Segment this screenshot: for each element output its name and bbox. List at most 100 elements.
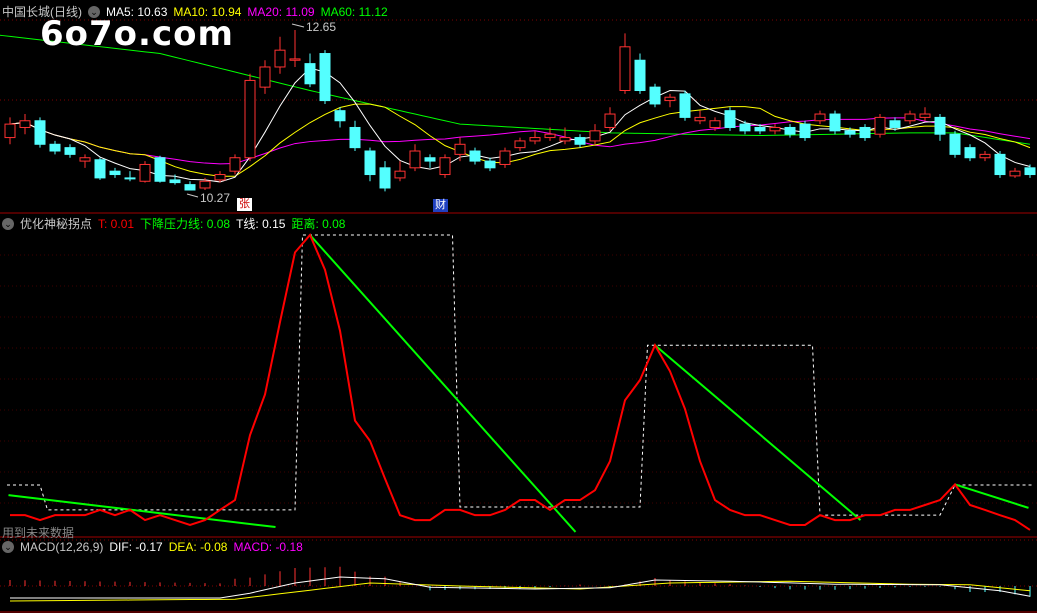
- high-pointer: [291, 23, 305, 28]
- t-value-line: [10, 233, 1031, 531]
- candle-body: [19, 120, 31, 128]
- candle-body: [229, 157, 241, 172]
- candle-body: [739, 123, 751, 132]
- zhang-badge[interactable]: 张: [237, 198, 252, 211]
- candle-body: [274, 49, 286, 68]
- candle-body: [379, 167, 391, 189]
- candle-body: [994, 153, 1006, 176]
- macd-panel-header: ⌄ MACD(12,26,9) DIF: -0.17 DEA: -0.08 MA…: [2, 540, 303, 554]
- candle-body: [529, 137, 541, 142]
- candle-body: [604, 113, 616, 128]
- cai-badge[interactable]: 财: [433, 199, 448, 212]
- ma60-value: MA60: 11.12: [320, 4, 388, 19]
- candle-body: [634, 59, 646, 92]
- candle-body: [559, 137, 571, 142]
- candle-body: [304, 63, 316, 85]
- candle-body: [4, 123, 16, 139]
- candle-body: [349, 126, 361, 149]
- candle-body: [1009, 170, 1021, 177]
- candle-body: [949, 133, 961, 155]
- candle-body: [934, 116, 946, 135]
- candle-body: [439, 157, 451, 176]
- candle-body: [64, 147, 76, 155]
- candle-body: [724, 110, 736, 128]
- ma20-value: MA20: 11.09: [247, 4, 315, 19]
- candle-body: [574, 137, 586, 145]
- candle-body: [1024, 167, 1036, 176]
- candle-body: [394, 170, 406, 179]
- candle-body: [34, 120, 46, 145]
- candle-body: [424, 157, 436, 162]
- candle-body: [289, 58, 301, 61]
- candle-body: [874, 116, 886, 135]
- candle-body: [214, 174, 226, 181]
- candle-body: [199, 180, 211, 189]
- candle-body: [589, 130, 601, 142]
- candle-body: [139, 163, 151, 182]
- distance-value: 距离: 0.08: [291, 217, 346, 231]
- macd-value: MACD: -0.18: [233, 540, 303, 554]
- ma10-value: MA10: 10.94: [173, 4, 242, 19]
- watermark-logo: 6o7o.com: [40, 14, 234, 54]
- ma5-value: MA5: 10.63: [106, 4, 168, 19]
- candle-body: [679, 93, 691, 118]
- candle-body: [919, 113, 931, 118]
- candle-body: [754, 126, 766, 132]
- candle-body: [94, 159, 106, 179]
- indicator-title: 优化神秘拐点: [20, 217, 93, 231]
- pressure-line: [954, 483, 1029, 509]
- candle-body: [409, 150, 421, 169]
- candle-body: [319, 53, 331, 102]
- t-value: T: 0.01: [98, 216, 135, 231]
- chevron-down-icon[interactable]: ⌄: [2, 217, 14, 230]
- chevron-down-icon[interactable]: ⌄: [2, 541, 14, 553]
- candle-body: [154, 157, 166, 182]
- high-price-label: 12.65: [306, 20, 336, 34]
- candle-body: [664, 96, 676, 102]
- candle-body: [364, 150, 376, 176]
- stock-name: 中国长城(日线): [2, 5, 82, 19]
- candle-body: [499, 150, 511, 165]
- candle-body: [859, 126, 871, 139]
- indicator-panel-header: ⌄ 优化神秘拐点 T: 0.01 下降压力线: 0.08 T线: 0.15 距离…: [2, 215, 345, 232]
- candle-body: [124, 177, 136, 180]
- candle-body: [184, 184, 196, 191]
- low-price-label: 10.27: [200, 191, 230, 205]
- candle-body: [649, 86, 661, 105]
- pressure-line: [654, 344, 862, 521]
- candle-body: [799, 123, 811, 139]
- candle-body: [964, 147, 976, 159]
- main-panel-header: 中国长城(日线) ⌄ MA5: 10.63 MA10: 10.94 MA20: …: [2, 3, 388, 20]
- candle-body: [784, 126, 796, 135]
- candle-body: [544, 133, 556, 139]
- chart-canvas[interactable]: 12.65 10.27: [0, 0, 1037, 613]
- candle-body: [844, 130, 856, 135]
- candle-body: [709, 120, 721, 128]
- candle-body: [514, 140, 526, 149]
- candle-body: [484, 160, 496, 169]
- future-data-warning: 用到未来数据: [2, 526, 75, 540]
- candle-body: [169, 179, 181, 184]
- t-line-dashed: [7, 234, 1033, 516]
- candle-body: [889, 120, 901, 128]
- dif-value: DIF: -0.17: [109, 540, 163, 554]
- pressure-line-value: 下降压力线: 0.08: [140, 217, 231, 231]
- candle-body: [619, 46, 631, 92]
- chevron-down-icon[interactable]: ⌄: [88, 5, 100, 18]
- candle-body: [469, 150, 481, 162]
- candle-body: [334, 110, 346, 122]
- macd-title: MACD(12,26,9): [20, 540, 104, 554]
- candle-body: [814, 113, 826, 122]
- candle-body: [454, 143, 466, 155]
- t-line-value: T线: 0.15: [236, 217, 286, 231]
- candle-body: [829, 113, 841, 132]
- candle-body: [694, 116, 706, 122]
- candle-body: [259, 66, 271, 88]
- candle-body: [904, 113, 916, 122]
- candle-body: [244, 79, 256, 159]
- candle-body: [109, 170, 121, 176]
- candle-body: [769, 126, 781, 132]
- pressure-line: [309, 234, 577, 533]
- candle-body: [49, 143, 61, 152]
- candle-body: [79, 157, 91, 162]
